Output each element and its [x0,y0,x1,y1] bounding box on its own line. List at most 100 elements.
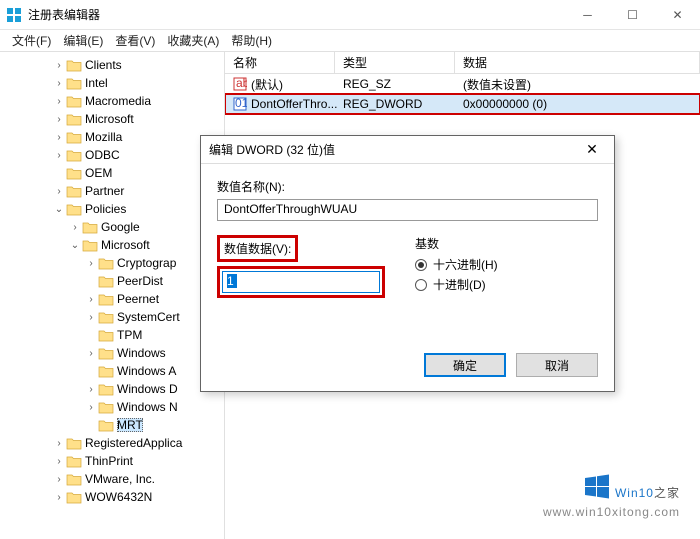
tree-expand-icon[interactable]: › [52,114,66,125]
tree-item[interactable]: › Windows [0,344,224,362]
tree-expand-icon[interactable]: › [52,78,66,89]
tree-item[interactable]: › Mozilla [0,128,224,146]
folder-icon [66,184,82,198]
tree-item[interactable]: OEM [0,164,224,182]
folder-icon [98,400,114,414]
close-button[interactable]: ✕ [655,0,700,29]
tree-label: ODBC [85,148,120,162]
tree-item[interactable]: › ODBC [0,146,224,164]
menu-file[interactable]: 文件(F) [6,30,57,51]
tree-expand-icon[interactable]: › [52,150,66,161]
tree-item[interactable]: MRT [0,416,224,434]
value-name-label: 数值名称(N): [217,178,598,195]
ok-button[interactable]: 确定 [424,353,506,377]
dialog-titlebar: 编辑 DWORD (32 位)值 ✕ [201,136,614,164]
watermark-url: www.win10xitong.com [543,505,680,519]
tree-label: Clients [85,58,122,72]
list-row[interactable]: ab(默认)REG_SZ(数值未设置) [225,74,700,94]
radio-dec[interactable]: 十进制(D) [415,276,498,293]
tree-item[interactable]: › RegisteredApplica [0,434,224,452]
col-header-type[interactable]: 类型 [335,52,455,73]
tree-expand-icon[interactable]: › [52,132,66,143]
tree-label: Partner [85,184,124,198]
tree-expand-icon[interactable]: › [52,492,66,503]
tree-label: Cryptograp [117,256,176,270]
tree-item[interactable]: › Clients [0,56,224,74]
cell-name: DontOfferThro... [251,97,337,111]
tree-item[interactable]: TPM [0,326,224,344]
tree-item[interactable]: ⌄Microsoft [0,236,224,254]
tree-item[interactable]: › WOW6432N [0,488,224,506]
tree-label: Mozilla [85,130,122,144]
folder-icon [66,112,82,126]
folder-icon [82,238,98,252]
tree-expand-icon[interactable]: ⌄ [52,204,66,215]
tree-item[interactable]: › Microsoft [0,110,224,128]
tree-item[interactable]: ›Google [0,218,224,236]
tree-expand-icon[interactable]: › [52,96,66,107]
window-buttons: ─ ☐ ✕ [565,0,700,29]
tree-expand-icon[interactable]: › [68,222,82,233]
folder-icon [66,130,82,144]
tree-label: Windows A [117,364,176,378]
tree-expand-icon[interactable]: › [84,384,98,395]
tree-item[interactable]: ›VMware, Inc. [0,470,224,488]
list-row[interactable]: 011 DontOfferThro... REG_DWORD 0x00000000 (… [225,94,700,114]
minimize-button[interactable]: ─ [565,0,610,29]
tree-item[interactable]: ›ThinPrint [0,452,224,470]
value-name-field[interactable]: DontOfferThroughWUAU [217,199,598,221]
tree-expand-icon[interactable]: › [52,186,66,197]
menu-help[interactable]: 帮助(H) [225,30,278,51]
menu-fav[interactable]: 收藏夹(A) [161,30,225,51]
dialog-close-button[interactable]: ✕ [578,141,606,158]
base-label: 基数 [415,235,498,252]
tree-item[interactable]: ›SystemCert [0,308,224,326]
menu-view[interactable]: 查看(V) [109,30,161,51]
tree-expand-icon[interactable]: › [84,348,98,359]
value-data-input[interactable]: 1 [222,271,380,293]
tree-item[interactable]: PeerDist [0,272,224,290]
tree-item[interactable]: ⌄Policies [0,200,224,218]
tree-expand-icon[interactable]: › [52,456,66,467]
tree-label: Windows [117,346,166,360]
tree-label: Microsoft [85,112,134,126]
tree-item[interactable]: › Cryptograp [0,254,224,272]
tree-item[interactable]: › Partner [0,182,224,200]
value-icon: ab [233,77,247,91]
tree-expand-icon[interactable]: › [84,294,98,305]
tree-item[interactable]: ›Intel [0,74,224,92]
svg-text:011: 011 [235,97,247,110]
folder-icon [66,472,82,486]
list-header: 名称 类型 数据 [225,52,700,74]
tree-expand-icon[interactable]: › [52,474,66,485]
tree-expand-icon[interactable]: › [84,402,98,413]
tree-item[interactable]: ›Peernet [0,290,224,308]
maximize-button[interactable]: ☐ [610,0,655,29]
cancel-button[interactable]: 取消 [516,353,598,377]
tree-pane[interactable]: ›Clients›Intel›Macromedia›Microsoft›Mozi… [0,52,225,539]
radio-hex-icon [415,259,427,271]
menu-edit[interactable]: 编辑(E) [57,30,109,51]
cell-type: REG_DWORD [343,97,422,111]
value-data-label: 数值数据(V): [217,235,298,262]
col-header-data[interactable]: 数据 [455,52,700,73]
radio-hex[interactable]: 十六进制(H) [415,256,498,273]
tree-label: PeerDist [117,274,163,288]
svg-text:ab: ab [236,77,247,90]
tree-item[interactable]: Windows A [0,362,224,380]
cell-data: 0x00000000 (0) [463,97,547,111]
folder-icon [98,382,114,396]
tree-label: RegisteredApplica [85,436,182,450]
radio-dec-icon [415,279,427,291]
tree-expand-icon[interactable]: › [84,258,98,269]
tree-item[interactable]: ›Macromedia [0,92,224,110]
tree-label: WOW6432N [85,490,152,504]
tree-expand-icon[interactable]: ⌄ [68,240,82,251]
tree-item[interactable]: ›Windows D [0,380,224,398]
col-header-name[interactable]: 名称 [225,52,335,73]
tree-item[interactable]: ›Windows N [0,398,224,416]
tree-expand-icon[interactable]: › [52,438,66,449]
tree-expand-icon[interactable]: › [84,312,98,323]
tree-label: TPM [117,328,142,342]
tree-expand-icon[interactable]: › [52,60,66,71]
